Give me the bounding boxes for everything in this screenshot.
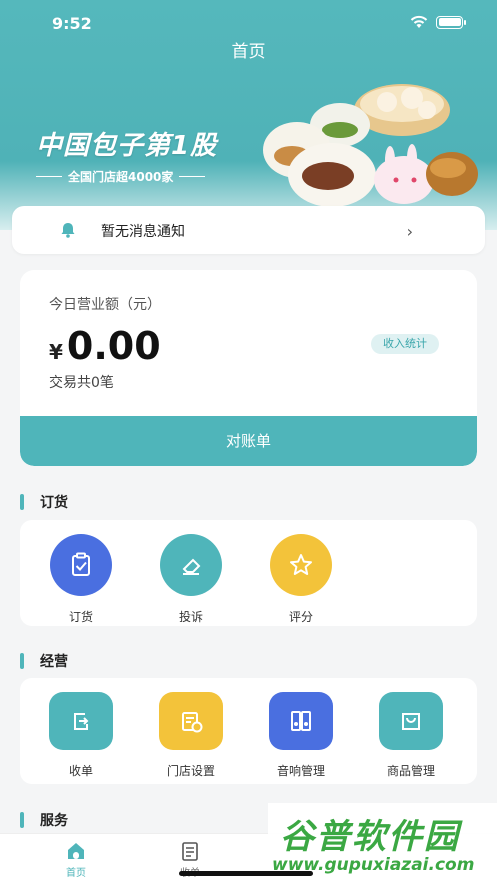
wifi-icon (410, 15, 428, 28)
revenue-card: 今日营业额（元） ¥ 0.00 交易共0笔 收入统计 对账单 (20, 270, 477, 466)
speaker-icon (269, 692, 333, 750)
tab-home[interactable]: 首页 (46, 840, 106, 879)
checkout-icon (49, 692, 113, 750)
battery-icon (436, 15, 466, 29)
status-icons (410, 15, 466, 29)
page-title: 首页 (231, 42, 266, 62)
banner-text: 中国包子第1股 全国门店超4000家 (36, 125, 217, 185)
eraser-icon (160, 534, 222, 596)
watermark-title: 谷普软件园 (280, 817, 460, 857)
revenue-label: 今日营业额（元） (49, 297, 161, 313)
section-title-services: 服务 (20, 810, 68, 830)
store-settings-icon (159, 692, 223, 750)
section-title-ordering: 订货 (20, 492, 68, 512)
section-title-operations: 经营 (20, 651, 68, 671)
banner-subline: 全国门店超4000家 (68, 170, 174, 184)
transaction-count: 交易共0笔 (49, 375, 114, 391)
ordering-grid: 订货 投诉 评分 (20, 520, 477, 626)
grid-item-complaint[interactable]: 投诉 (146, 534, 236, 625)
grid-item-rating[interactable]: 评分 (256, 534, 346, 625)
star-icon (270, 534, 332, 596)
revenue-amount: 0.00 (66, 324, 161, 368)
clipboard-check-icon (50, 534, 112, 596)
reconciliation-button[interactable]: 对账单 (20, 416, 477, 466)
operations-grid: 收单 门店设置 音响管理 商品管理 (20, 678, 477, 784)
notice-bar[interactable]: 暂无消息通知 › (12, 206, 485, 254)
bell-icon (61, 223, 75, 238)
chevron-right-icon: › (406, 222, 413, 241)
grid-item-store-settings[interactable]: 门店设置 (146, 692, 236, 779)
grid-item-order[interactable]: 订货 (36, 534, 126, 625)
banner-subline-row: 全国门店超4000家 (36, 168, 217, 185)
grid-item-checkout[interactable]: 收单 (36, 692, 126, 779)
home-indicator (179, 871, 313, 876)
status-time: 9:52 (52, 14, 92, 33)
currency-symbol: ¥ (49, 340, 63, 364)
shopping-bag-icon (379, 692, 443, 750)
document-icon (182, 842, 198, 861)
banner-headline: 中国包子第1股 (36, 131, 218, 161)
income-stats-button[interactable]: 收入统计 (371, 334, 439, 354)
grid-item-products[interactable]: 商品管理 (366, 692, 456, 779)
grid-item-speaker[interactable]: 音响管理 (256, 692, 346, 779)
revenue-value: ¥ 0.00 (49, 324, 161, 368)
home-icon (68, 843, 84, 859)
bun-illustration (263, 84, 478, 207)
notice-text: 暂无消息通知 (101, 224, 185, 240)
